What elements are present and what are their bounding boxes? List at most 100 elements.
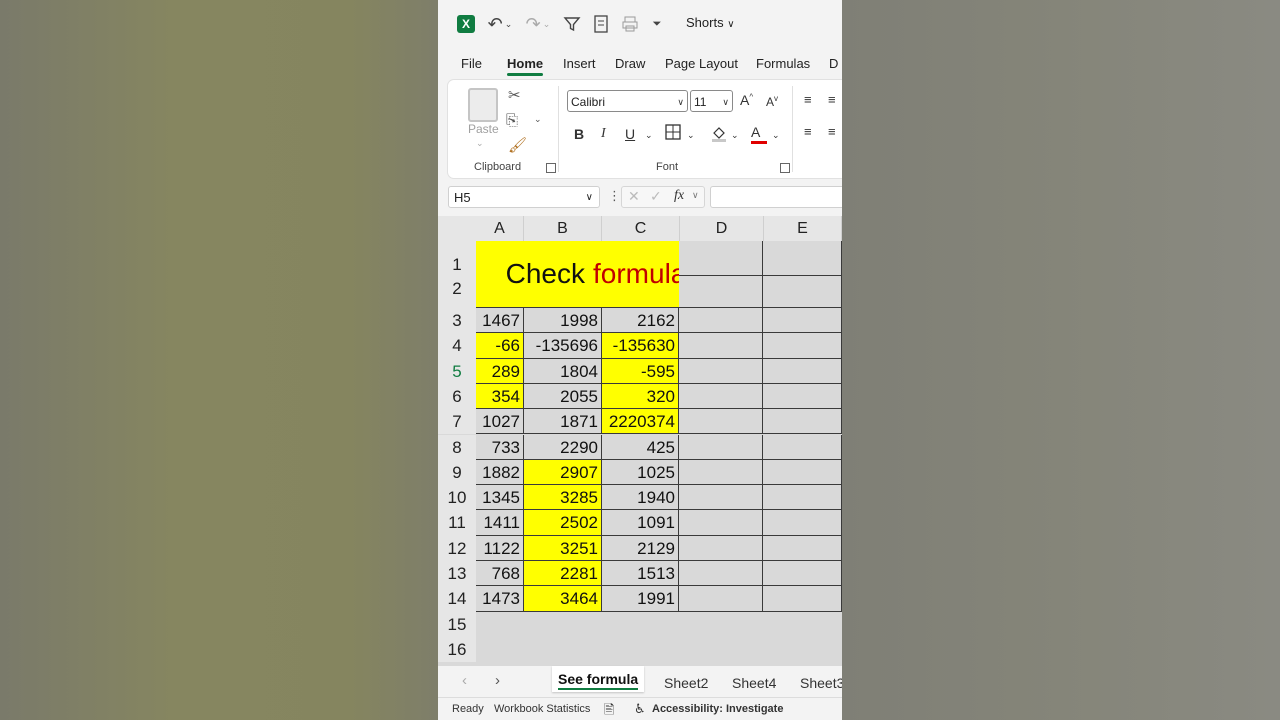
cell-a6[interactable]: 354	[476, 383, 524, 410]
cell-e11[interactable]	[763, 510, 842, 536]
cell-d11[interactable]	[679, 510, 763, 536]
fill-color-icon[interactable]	[710, 124, 728, 145]
font-color-button[interactable]: A	[751, 124, 767, 144]
cell-a3[interactable]: 1467	[476, 308, 524, 334]
cell-b9[interactable]: 2907	[524, 459, 602, 486]
cell-b5[interactable]: 1804	[524, 358, 602, 384]
cell-e14[interactable]	[763, 586, 842, 612]
align-top-icon[interactable]: ≡	[804, 92, 812, 107]
cell-d8[interactable]	[679, 434, 763, 460]
sheet-tab-see-formula[interactable]: See formula	[552, 666, 645, 692]
undo-icon[interactable]: ↶ ⌄	[486, 12, 514, 36]
cell-e3[interactable]	[763, 308, 842, 334]
tab-home[interactable]: Home	[507, 56, 544, 76]
cell-a4[interactable]: -66	[476, 333, 524, 359]
align-left-icon[interactable]: ≡	[804, 124, 812, 139]
align-center-icon[interactable]: ≡	[828, 124, 836, 139]
font-name-combo[interactable]: Calibri ∨	[567, 90, 688, 112]
tab-draw[interactable]: Draw	[615, 56, 645, 71]
row-header-2[interactable]: 2	[438, 276, 476, 308]
cell-d14[interactable]	[679, 586, 763, 612]
accessibility-status[interactable]: Accessibility: Investigate	[652, 703, 783, 715]
cell-a14[interactable]: 1473	[476, 586, 524, 612]
cell-b8[interactable]: 2290	[524, 434, 602, 460]
redo-icon[interactable]: ↷ ⌄	[524, 12, 552, 36]
cell-e2[interactable]	[763, 276, 842, 308]
paste-chevron-icon[interactable]: ⌄	[476, 138, 484, 149]
cell-d10[interactable]	[679, 485, 763, 511]
row-header-8[interactable]: 8	[438, 434, 476, 460]
sheet-tab-sheet4[interactable]: Sheet4	[732, 675, 776, 691]
italic-button[interactable]: I	[601, 126, 606, 142]
tab-insert[interactable]: Insert	[563, 56, 596, 71]
accessibility-icon[interactable]: ♿	[634, 701, 646, 717]
cell-c5[interactable]: -595	[602, 358, 679, 384]
cell-d6[interactable]	[679, 383, 763, 410]
borders-chevron-icon[interactable]: ⌄	[687, 130, 695, 141]
clipboard-launcher-icon[interactable]	[546, 163, 556, 173]
copy-chevron-icon[interactable]: ⌄	[534, 114, 542, 125]
cell-a5[interactable]: 289	[476, 358, 524, 384]
underline-button[interactable]: U	[625, 126, 635, 142]
copy-icon[interactable]: ⎘	[506, 112, 518, 129]
cell-d12[interactable]	[679, 535, 763, 561]
grow-font-button[interactable]: A^	[740, 92, 753, 108]
cell-d4[interactable]	[679, 333, 763, 359]
row-header-16[interactable]: 16	[438, 636, 476, 663]
tab-data[interactable]: D	[829, 56, 838, 71]
cell-a10[interactable]: 1345	[476, 485, 524, 511]
chevron-left-icon[interactable]: ‹	[462, 672, 467, 689]
cell-b6[interactable]: 2055	[524, 383, 602, 410]
statistics-icon[interactable]: 🖹	[604, 701, 614, 720]
cell-b10[interactable]: 3285	[524, 485, 602, 511]
cell-b13[interactable]: 2281	[524, 561, 602, 587]
spreadsheet-grid[interactable]: A B C D E 1 2 3 4 5 6 7 8 9 10 11 12 13 14 15 16 Check …	[438, 216, 842, 666]
row-header-6[interactable]: 6	[438, 383, 476, 410]
cell-a11[interactable]: 1411	[476, 510, 524, 536]
form-icon[interactable]	[592, 12, 610, 36]
cell-a8[interactable]: 733	[476, 434, 524, 460]
cell-d9[interactable]	[679, 459, 763, 486]
cell-c6[interactable]: 320	[602, 383, 679, 410]
select-all-corner[interactable]	[438, 216, 476, 241]
enter-icon[interactable]: ✓	[650, 188, 662, 205]
cut-icon[interactable]: ✂	[508, 86, 521, 104]
customize-icon[interactable]: ⏷	[650, 12, 664, 36]
row-header-14[interactable]: 14	[438, 586, 476, 612]
bold-button[interactable]: B	[574, 126, 584, 142]
row-header-13[interactable]: 13	[438, 561, 476, 587]
cell-c8[interactable]: 425	[602, 434, 679, 460]
file-name-dropdown[interactable]: Shorts ∨	[686, 15, 735, 30]
tab-page-layout[interactable]: Page Layout	[665, 56, 738, 71]
cell-e10[interactable]	[763, 485, 842, 511]
cell-e1[interactable]	[763, 241, 842, 276]
cell-d3[interactable]	[679, 308, 763, 334]
font-size-combo[interactable]: 11 ∨	[690, 90, 733, 112]
cell-d13[interactable]	[679, 561, 763, 587]
column-header-a[interactable]: A	[476, 216, 524, 241]
cell-c11[interactable]: 1091	[602, 510, 679, 536]
column-header-d[interactable]: D	[680, 216, 764, 241]
shrink-font-button[interactable]: Av	[766, 94, 778, 109]
row-header-1[interactable]: 1	[438, 241, 476, 276]
formula-input[interactable]	[710, 186, 842, 208]
cell-e4[interactable]	[763, 333, 842, 359]
sheet-tab-sheet2[interactable]: Sheet2	[664, 675, 708, 691]
cell-b14[interactable]: 3464	[524, 586, 602, 612]
cell-c13[interactable]: 1513	[602, 561, 679, 587]
filter-icon[interactable]	[562, 12, 582, 36]
cell-a13[interactable]: 768	[476, 561, 524, 587]
row-header-4[interactable]: 4	[438, 333, 476, 359]
row-header-3[interactable]: 3	[438, 308, 476, 334]
cell-b7[interactable]: 1871	[524, 409, 602, 435]
cell-c3[interactable]: 2162	[602, 308, 679, 334]
fill-color-chevron-icon[interactable]: ⌄	[731, 130, 739, 141]
sheet-tab-sheet3[interactable]: Sheet3	[800, 675, 842, 691]
paste-label[interactable]: Paste	[468, 122, 499, 136]
cell-d1[interactable]	[679, 241, 763, 276]
cell-e9[interactable]	[763, 459, 842, 486]
format-painter-icon[interactable]: 🖌	[508, 136, 527, 154]
name-box[interactable]: H5 ∨	[448, 186, 600, 208]
font-color-chevron-icon[interactable]: ⌄	[772, 130, 780, 141]
cell-b12[interactable]: 3251	[524, 535, 602, 561]
